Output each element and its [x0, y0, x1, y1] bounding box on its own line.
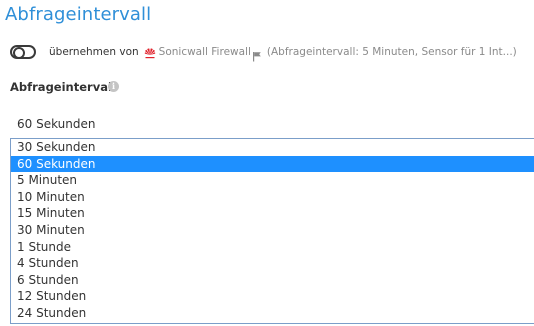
dropdown-option[interactable]: 1 Stunde [11, 239, 534, 256]
dropdown-option[interactable]: 6 Stunden [11, 272, 534, 289]
interval-dropdown-list[interactable]: 30 Sekunden 60 Sekunden 5 Minuten 10 Minute… [10, 138, 534, 324]
inherit-label: übernehmen von [49, 46, 139, 58]
inherit-row: übernehmen von Sonicwall Firewall (Abfra… [10, 42, 517, 62]
toggle-knob [13, 47, 25, 59]
dropdown-option[interactable]: 15 Minuten [11, 205, 534, 222]
inherit-note: (Abfrageintervall: 5 Minuten, Sensor für… [266, 46, 517, 58]
dropdown-option[interactable]: 10 Minuten [11, 189, 534, 206]
flag-icon [252, 47, 262, 61]
dropdown-option[interactable]: 5 Minuten [11, 172, 534, 189]
dropdown-option[interactable]: 12 Stunden [11, 288, 534, 305]
dropdown-option-selected[interactable]: 60 Sekunden [11, 155, 534, 173]
dropdown-option[interactable]: 30 Sekunden [11, 139, 534, 156]
huawei-logo-icon [143, 45, 157, 59]
section-title: Abfrageintervall [5, 4, 152, 25]
interval-select[interactable]: 60 Sekunden [17, 117, 95, 131]
dropdown-option[interactable]: 4 Stunden [11, 255, 534, 272]
dropdown-option[interactable]: 24 Stunden [11, 305, 534, 322]
dropdown-option[interactable]: 30 Minuten [11, 222, 534, 239]
device-link[interactable]: Sonicwall Firewall [159, 46, 251, 58]
field-label: Abfrageintervall [10, 80, 116, 94]
inherit-toggle[interactable] [10, 45, 36, 59]
info-icon[interactable]: i [108, 81, 119, 92]
